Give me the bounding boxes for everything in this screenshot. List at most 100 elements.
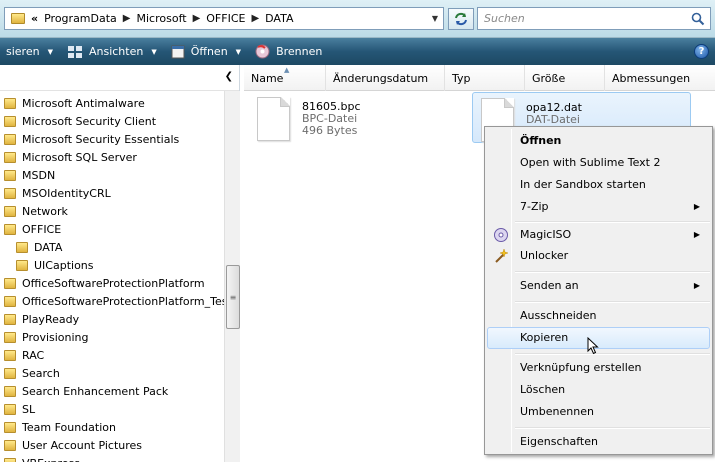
chevron-down-icon: ▼ bbox=[235, 47, 242, 56]
address-dropdown-button[interactable]: ▼ bbox=[427, 8, 443, 29]
search-icon[interactable] bbox=[691, 12, 705, 26]
address-bar[interactable]: « ProgramData ▶ Microsoft ▶ OFFICE ▶ DAT… bbox=[4, 7, 444, 30]
open-button[interactable]: Öffnen ▼ bbox=[165, 38, 249, 65]
tree-item[interactable]: Search Enhancement Pack bbox=[4, 382, 168, 400]
menu-item-label: Open with Sublime Text 2 bbox=[520, 156, 661, 169]
menu-separator bbox=[515, 353, 710, 355]
tree-item[interactable]: UICaptions bbox=[16, 256, 94, 274]
column-dimensions[interactable]: Abmessungen bbox=[605, 65, 715, 91]
file-item[interactable]: 81605.bpc BPC-Datei 496 Bytes bbox=[257, 97, 457, 145]
tree-item[interactable]: Microsoft Antimalware bbox=[4, 94, 145, 112]
tree-item[interactable]: Provisioning bbox=[4, 328, 89, 346]
tree-item[interactable]: Search bbox=[4, 364, 60, 382]
folder-icon bbox=[4, 97, 16, 109]
chevron-down-icon: ▼ bbox=[151, 47, 157, 56]
menu-item-rename[interactable]: Umbenennen bbox=[487, 401, 710, 423]
tree-item[interactable]: Microsoft Security Essentials bbox=[4, 130, 179, 148]
tree-item-label: OfficeSoftwareProtectionPlatform bbox=[22, 276, 205, 290]
column-modified[interactable]: Änderungsdatum bbox=[326, 65, 445, 91]
open-icon bbox=[171, 45, 185, 59]
magiciso-icon bbox=[494, 228, 508, 242]
burn-disc-icon bbox=[255, 44, 270, 59]
tree-item[interactable]: PlayReady bbox=[4, 310, 79, 328]
magic-wand-icon bbox=[495, 248, 509, 263]
folder-icon bbox=[4, 457, 16, 462]
folder-icon bbox=[4, 223, 16, 235]
menu-item-magiciso[interactable]: MagicISO ▶ bbox=[487, 224, 710, 246]
collapse-icon[interactable]: ❮ bbox=[225, 71, 233, 82]
menu-item-label: Ausschneiden bbox=[520, 309, 597, 322]
tree-item[interactable]: VBExpress bbox=[4, 454, 80, 462]
column-headers: Name ▲ Änderungsdatum Typ Größe Abmessun… bbox=[244, 65, 715, 91]
context-menu: Öffnen Open with Sublime Text 2 In der S… bbox=[484, 126, 713, 455]
tree-item-label: Search bbox=[22, 366, 60, 380]
tree-scrollbar[interactable]: ≡ bbox=[224, 91, 240, 462]
breadcrumb-separator[interactable]: ▶ bbox=[123, 13, 131, 24]
folder-icon bbox=[4, 367, 16, 379]
refresh-icon bbox=[455, 12, 467, 26]
tree-item[interactable]: User Account Pictures bbox=[4, 436, 142, 454]
breadcrumb-item-office[interactable]: OFFICE bbox=[206, 12, 245, 25]
tree-item[interactable]: SL bbox=[4, 400, 35, 418]
menu-item-send-to[interactable]: Senden an ▶ bbox=[487, 275, 710, 297]
menu-item-sandbox[interactable]: In der Sandbox starten bbox=[487, 174, 710, 196]
search-input[interactable]: Suchen bbox=[477, 7, 711, 30]
menu-item-unlocker[interactable]: Unlocker bbox=[487, 245, 710, 267]
menu-item-delete[interactable]: Löschen bbox=[487, 379, 710, 401]
menu-item-label: Senden an bbox=[520, 279, 579, 292]
menu-item-create-shortcut[interactable]: Verknüpfung erstellen bbox=[487, 357, 710, 379]
menu-item-open-with-sublime[interactable]: Open with Sublime Text 2 bbox=[487, 152, 710, 174]
tree-item[interactable]: OfficeSoftwareProtectionPlatform_Test bbox=[4, 292, 232, 310]
burn-button[interactable]: Brennen bbox=[249, 38, 330, 65]
breadcrumb-overflow-chevron[interactable]: « bbox=[31, 12, 38, 25]
column-size-label: Größe bbox=[532, 72, 566, 85]
folder-icon bbox=[16, 259, 28, 271]
views-button[interactable]: Ansichten ▼ bbox=[61, 38, 165, 65]
address-bar-area: « ProgramData ▶ Microsoft ▶ OFFICE ▶ DAT… bbox=[0, 0, 715, 38]
tree-item[interactable]: Microsoft Security Client bbox=[4, 112, 156, 130]
folder-icon bbox=[4, 115, 16, 127]
menu-item-label: Eigenschaften bbox=[520, 435, 598, 448]
tree-item-label: Search Enhancement Pack bbox=[22, 384, 169, 398]
tree-item[interactable]: MSOIdentityCRL bbox=[4, 184, 111, 202]
menu-item-open[interactable]: Öffnen bbox=[487, 130, 710, 152]
tree-item-label: VBExpress bbox=[22, 457, 80, 462]
folder-icon bbox=[11, 13, 25, 24]
folder-icon bbox=[4, 151, 16, 163]
breadcrumb-item-microsoft[interactable]: Microsoft bbox=[137, 12, 187, 25]
tree-item[interactable]: DATA bbox=[16, 238, 63, 256]
tree-item-label: SL bbox=[22, 402, 36, 416]
tree-item[interactable]: RAC bbox=[4, 346, 44, 364]
tree-item[interactable]: OfficeSoftwareProtectionPlatform bbox=[4, 274, 205, 292]
column-type[interactable]: Typ bbox=[445, 65, 525, 91]
breadcrumb-item-data[interactable]: DATA bbox=[265, 12, 293, 25]
submenu-arrow-icon: ▶ bbox=[693, 281, 700, 290]
tree-item[interactable]: OFFICE bbox=[4, 220, 61, 238]
tree-item-label: OfficeSoftwareProtectionPlatform_Test bbox=[22, 294, 232, 308]
refresh-button[interactable] bbox=[448, 8, 474, 30]
menu-separator bbox=[515, 221, 710, 223]
organize-button[interactable]: sieren ▼ bbox=[0, 38, 61, 65]
help-icon[interactable]: ? bbox=[694, 44, 709, 59]
breadcrumb-separator[interactable]: ▶ bbox=[193, 13, 201, 24]
tree-item[interactable]: MSDN bbox=[4, 166, 55, 184]
folder-icon bbox=[4, 439, 16, 451]
open-label: Öffnen bbox=[190, 45, 228, 58]
column-size[interactable]: Größe bbox=[525, 65, 605, 91]
tree-item[interactable]: Microsoft SQL Server bbox=[4, 148, 137, 166]
tree-item[interactable]: Network bbox=[4, 202, 68, 220]
folder-icon bbox=[4, 169, 16, 181]
scrollbar-thumb[interactable]: ≡ bbox=[226, 265, 240, 329]
tree-item-label: Microsoft SQL Server bbox=[22, 150, 137, 164]
menu-item-cut[interactable]: Ausschneiden bbox=[487, 305, 710, 327]
tree-item-label: Microsoft Security Essentials bbox=[22, 132, 180, 146]
burn-label: Brennen bbox=[276, 45, 323, 58]
folder-icon bbox=[4, 133, 16, 145]
column-name[interactable]: Name ▲ bbox=[244, 65, 326, 91]
tree-item[interactable]: Team Foundation bbox=[4, 418, 116, 436]
breadcrumb-item-programdata[interactable]: ProgramData bbox=[44, 12, 117, 25]
folder-icon bbox=[4, 277, 16, 289]
menu-item-7zip[interactable]: 7-Zip ▶ bbox=[487, 196, 710, 218]
breadcrumb-separator[interactable]: ▶ bbox=[251, 13, 259, 24]
menu-item-properties[interactable]: Eigenschaften bbox=[487, 431, 710, 453]
